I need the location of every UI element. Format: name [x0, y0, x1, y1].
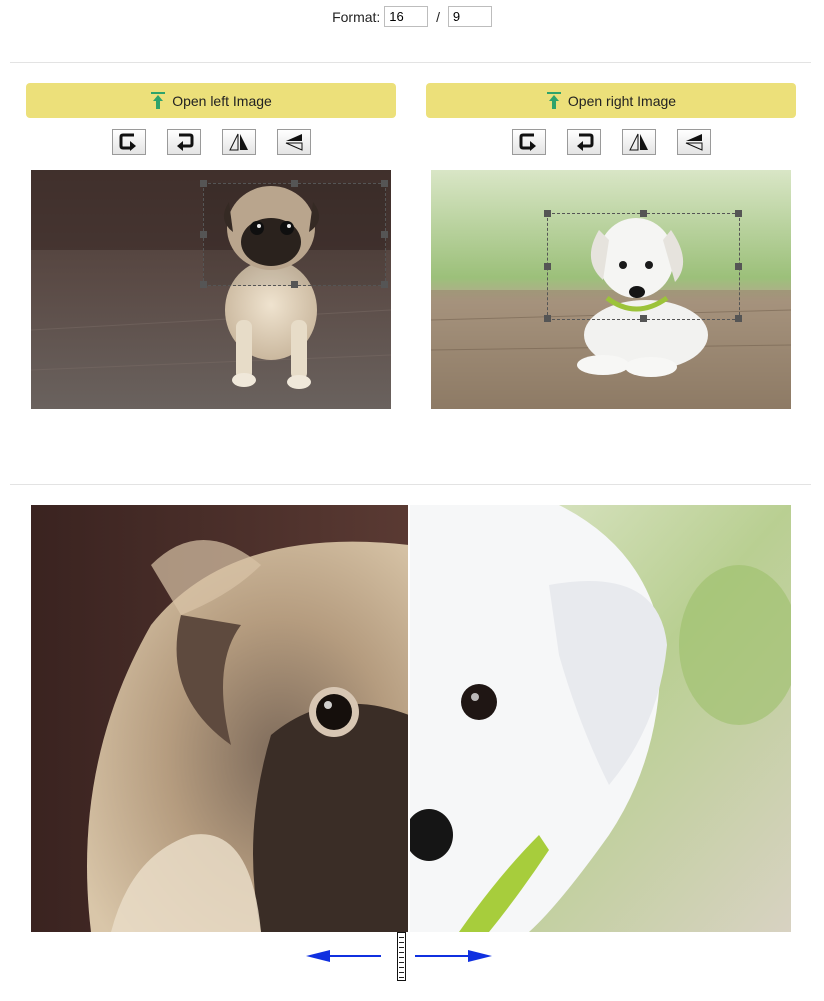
divider-middle	[10, 484, 811, 485]
white-puppy-closeup	[409, 505, 791, 932]
crop-handle[interactable]	[544, 315, 551, 322]
format-width-input[interactable]	[384, 6, 429, 27]
crop-handle[interactable]	[735, 210, 742, 217]
pug-closeup	[31, 505, 409, 932]
left-panel: Open left Image	[26, 83, 396, 409]
format-height-input[interactable]	[447, 6, 492, 27]
crop-handle[interactable]	[381, 281, 388, 288]
split-arrows	[306, 950, 492, 962]
arrow-right-icon	[415, 950, 492, 962]
flip-vertical-button[interactable]	[276, 129, 311, 155]
flip-vertical-icon	[285, 134, 302, 151]
rotate-left-button[interactable]	[566, 129, 601, 155]
rotate-right-button[interactable]	[511, 129, 546, 155]
crop-handle[interactable]	[639, 210, 647, 217]
rotate-right-icon	[519, 133, 536, 151]
split-slider	[0, 931, 824, 991]
crop-handle[interactable]	[200, 230, 207, 238]
crop-handle[interactable]	[544, 262, 551, 270]
comparison-left-image	[31, 505, 409, 932]
open-right-image-label: Open right Image	[567, 92, 677, 109]
rotate-left-button[interactable]	[166, 129, 201, 155]
right-crop-box[interactable]	[544, 210, 742, 322]
left-tools	[26, 129, 396, 155]
crop-handle[interactable]	[735, 262, 742, 270]
format-label: Format:	[332, 8, 381, 25]
crop-handle[interactable]	[290, 281, 298, 288]
crop-handle[interactable]	[200, 281, 207, 288]
split-slider-handle[interactable]	[397, 932, 406, 981]
format-separator: /	[436, 8, 440, 25]
upload-icon	[546, 91, 561, 109]
comparison-right-image	[409, 505, 791, 932]
rotate-left-icon	[176, 133, 193, 151]
crop-handle[interactable]	[381, 230, 388, 238]
crop-handle[interactable]	[381, 180, 388, 187]
right-panel: Open right Image	[426, 83, 796, 409]
crop-handle[interactable]	[200, 180, 207, 187]
flip-vertical-button[interactable]	[676, 129, 711, 155]
rotate-left-icon	[576, 133, 593, 151]
flip-vertical-icon	[685, 134, 702, 151]
flip-horizontal-button[interactable]	[221, 129, 256, 155]
crop-handle[interactable]	[290, 180, 298, 187]
crop-handle[interactable]	[544, 210, 551, 217]
flip-horizontal-button[interactable]	[621, 129, 656, 155]
left-crop-box[interactable]	[200, 180, 388, 288]
format-row: Format: /	[0, 6, 824, 27]
open-left-image-button[interactable]: Open left Image	[26, 83, 396, 118]
rotate-right-button[interactable]	[111, 129, 146, 155]
crop-handle[interactable]	[735, 315, 742, 322]
comparison-view	[31, 505, 791, 932]
flip-horizontal-icon	[228, 133, 248, 151]
upload-icon	[151, 91, 166, 109]
arrow-left-icon	[306, 950, 381, 962]
open-left-image-label: Open left Image	[172, 92, 272, 109]
right-tools	[426, 129, 796, 155]
split-divider-line	[408, 505, 410, 932]
left-image-preview[interactable]	[31, 170, 391, 409]
crop-handle[interactable]	[639, 315, 647, 322]
rotate-right-icon	[119, 133, 136, 151]
flip-horizontal-icon	[628, 133, 648, 151]
right-image-preview[interactable]	[431, 170, 791, 409]
open-right-image-button[interactable]: Open right Image	[426, 83, 796, 118]
divider-top	[10, 62, 811, 63]
